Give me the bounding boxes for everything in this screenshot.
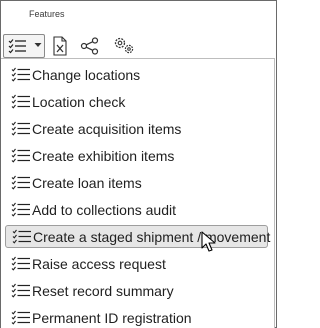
share-icon <box>80 37 99 55</box>
menu-item[interactable]: Permanent ID registration <box>5 306 268 328</box>
menu-item[interactable]: Location check <box>5 90 268 113</box>
menu-item-label: Create a staged shipment / movement <box>33 228 271 245</box>
menu-item-label: Create exhibition items <box>32 147 175 164</box>
mouse-cursor-icon <box>201 231 216 252</box>
settings-button[interactable] <box>111 34 137 56</box>
menu-item[interactable]: Change locations <box>5 63 268 86</box>
menu-item-label: Raise access request <box>32 255 166 272</box>
menu-item[interactable]: Create loan items <box>5 171 268 194</box>
list-checks-icon <box>11 121 30 136</box>
features-panel: Features Change locations Location check… <box>0 0 277 328</box>
list-checks-icon <box>11 94 30 109</box>
gears-icon <box>114 37 134 54</box>
list-checks-icon <box>11 67 30 82</box>
menu-item-label: Create acquisition items <box>32 120 182 137</box>
list-checks-icon <box>11 148 30 163</box>
share-button[interactable] <box>79 35 101 57</box>
list-checks-icon <box>11 256 30 271</box>
excel-export-icon <box>53 36 67 56</box>
list-checks-icon <box>8 39 26 54</box>
menu-item-label: Permanent ID registration <box>32 309 192 326</box>
features-dropdown-button[interactable] <box>3 34 45 58</box>
list-checks-icon <box>11 283 30 298</box>
export-excel-button[interactable] <box>49 35 71 57</box>
menu-item-label: Location check <box>32 93 126 110</box>
menu-item[interactable]: Raise access request <box>5 252 268 275</box>
menu-item[interactable]: Create acquisition items <box>5 117 268 140</box>
menu-item[interactable]: Reset record summary <box>5 279 268 302</box>
menu-item-label: Add to collections audit <box>32 201 176 218</box>
menu-item[interactable]: Create exhibition items <box>5 144 268 167</box>
menu-item-label: Reset record summary <box>32 282 174 299</box>
menu-item-label: Create loan items <box>32 174 142 191</box>
features-dropdown-menu: Change locations Location check Create acq… <box>1 58 275 328</box>
chevron-down-icon <box>34 43 42 47</box>
menu-item-label: Change locations <box>32 66 141 83</box>
list-checks-icon <box>11 175 30 190</box>
features-group-label: Features <box>29 9 65 19</box>
list-checks-icon <box>11 202 30 217</box>
list-checks-icon <box>12 229 31 244</box>
menu-item[interactable]: Create a staged shipment / movement <box>5 225 271 248</box>
menu-item[interactable]: Add to collections audit <box>5 198 268 221</box>
list-checks-icon <box>11 310 30 325</box>
